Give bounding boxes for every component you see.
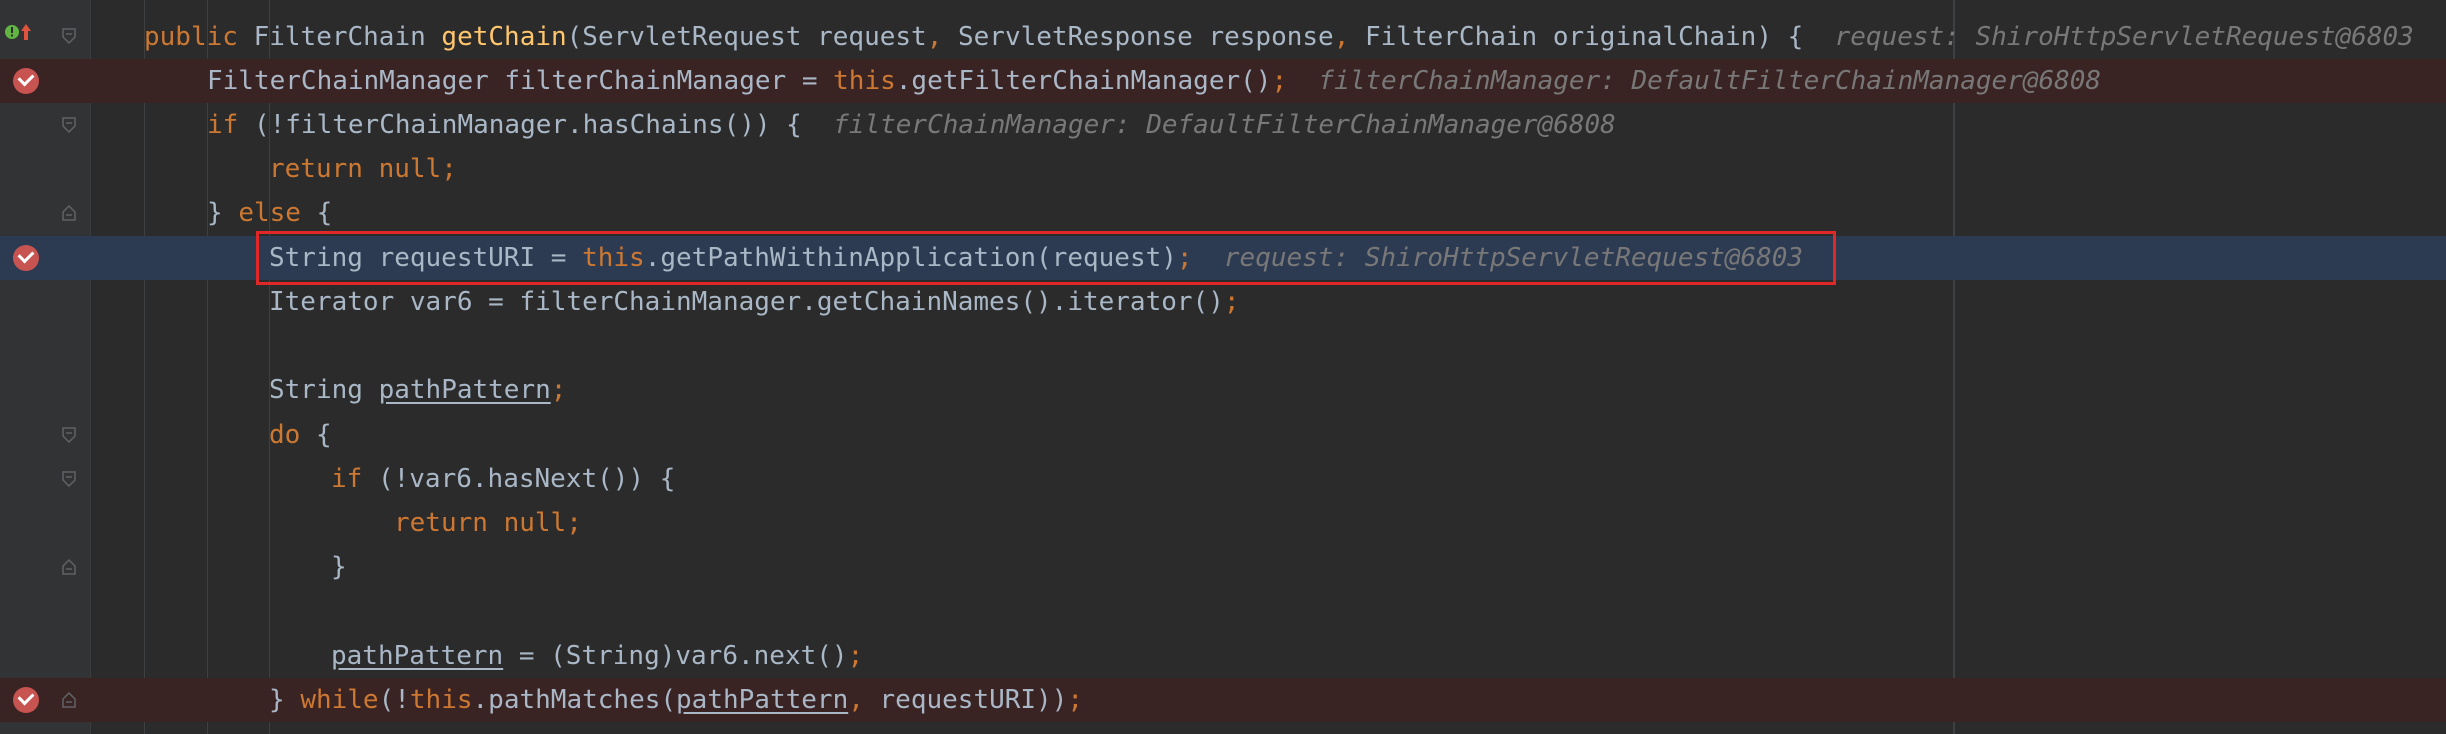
code-line[interactable]: if (!var6.hasNext()) {	[0, 457, 2446, 501]
code-line[interactable]: }	[0, 545, 2446, 589]
breakpoint-icon[interactable]	[13, 687, 39, 713]
code-text: return null;	[394, 505, 582, 541]
code-text: return null;	[269, 151, 457, 187]
comma: ,	[1333, 22, 1350, 52]
semicolon: ;	[441, 154, 457, 184]
method-name: getChain	[441, 22, 567, 52]
breakpoint-icon[interactable]	[13, 245, 39, 271]
keyword: while	[300, 685, 379, 715]
fold-icon[interactable]	[62, 471, 76, 487]
code-segment: .pathMatches(	[472, 685, 677, 715]
code-segment: (!	[378, 685, 410, 715]
code-segment: }	[207, 198, 239, 228]
keyword: this	[833, 66, 896, 96]
fold-end-icon[interactable]	[62, 692, 76, 708]
code-line[interactable]: return null;	[0, 501, 2446, 545]
code-segment: FilterChainManager filterChainManager =	[207, 66, 834, 96]
code-line[interactable]: return null;	[0, 147, 2446, 191]
code-text: FilterChainManager filterChainManager = …	[207, 63, 2101, 99]
semicolon: ;	[550, 375, 567, 405]
param-text: (ServletRequest request	[566, 22, 927, 52]
code-segment: (!var6.hasNext()) {	[362, 464, 676, 494]
semicolon: ;	[1067, 685, 1084, 715]
comma: ,	[848, 685, 864, 715]
semicolon: ;	[847, 641, 864, 671]
code-segment: requestURI))	[863, 685, 1068, 715]
code-line[interactable]: FilterChainManager filterChainManager = …	[0, 59, 2446, 103]
code-text: String pathPattern;	[269, 372, 566, 408]
code-segment: {	[300, 420, 332, 450]
inline-debug-hint: request: ShiroHttpServletRequest@6803	[1834, 22, 2414, 52]
keyword: do	[269, 420, 301, 450]
override-method-icon[interactable]	[4, 20, 34, 44]
semicolon: ;	[1271, 66, 1288, 96]
code-text: public FilterChain getChain(ServletReque…	[144, 19, 2414, 55]
variable-name: pathPattern	[378, 375, 551, 405]
semicolon: ;	[566, 508, 582, 538]
code-segment: .getFilterChainManager()	[895, 66, 1272, 96]
highlight-annotation-box	[256, 231, 1836, 285]
code-line[interactable]: } while(!this.pathMatches(pathPattern, r…	[0, 678, 2446, 722]
code-text: } else {	[207, 195, 332, 231]
code-line[interactable]: pathPattern = (String)var6.next();	[0, 634, 2446, 678]
fold-end-icon[interactable]	[62, 205, 76, 221]
semicolon: ;	[1223, 287, 1240, 317]
code-segment: }	[269, 685, 301, 715]
keyword: else	[238, 198, 301, 228]
keyword: public	[144, 22, 238, 52]
code-segment: String	[269, 375, 379, 405]
inline-debug-hint: filterChainManager: DefaultFilterChainMa…	[833, 110, 1616, 140]
code-segment: = (String)var6.next()	[503, 641, 848, 671]
keyword: if	[207, 110, 239, 140]
code-line[interactable]: public FilterChain getChain(ServletReque…	[0, 15, 2446, 59]
param-text: ServletResponse response	[942, 22, 1334, 52]
keyword: return	[394, 508, 488, 538]
inline-debug-hint: filterChainManager: DefaultFilterChainMa…	[1318, 66, 2102, 96]
keyword: this	[409, 685, 473, 715]
code-text: } while(!this.pathMatches(pathPattern, r…	[269, 682, 1083, 718]
type-name: FilterChain	[253, 22, 426, 52]
breakpoint-icon[interactable]	[13, 68, 39, 94]
fold-icon[interactable]	[62, 427, 76, 443]
code-text: Iterator var6 = filterChainManager.getCh…	[269, 284, 1240, 320]
code-text: if (!filterChainManager.hasChains()) { f…	[207, 107, 1616, 143]
code-text: pathPattern = (String)var6.next();	[331, 638, 863, 674]
code-line[interactable]: if (!filterChainManager.hasChains()) { f…	[0, 103, 2446, 147]
fold-icon[interactable]	[62, 28, 76, 44]
code-text: do {	[269, 417, 332, 453]
keyword: null	[503, 508, 567, 538]
code-text: if (!var6.hasNext()) {	[331, 461, 675, 497]
code-line[interactable]: do {	[0, 413, 2446, 457]
param-text: FilterChain originalChain) {	[1349, 22, 1804, 52]
code-line[interactable]: } else {	[0, 191, 2446, 235]
variable-name: pathPattern	[676, 685, 849, 715]
fold-icon[interactable]	[62, 117, 76, 133]
code-line[interactable]: Iterator var6 = filterChainManager.getCh…	[0, 280, 2446, 324]
variable-name: pathPattern	[331, 641, 504, 671]
code-segment: {	[300, 198, 333, 228]
fold-end-icon[interactable]	[62, 559, 76, 575]
code-segment: Iterator var6 = filterChainManager.getCh…	[269, 287, 1224, 317]
code-text: }	[331, 549, 347, 585]
keyword: return	[269, 154, 363, 184]
code-segment: }	[331, 552, 347, 582]
code-line[interactable]: String pathPattern;	[0, 368, 2446, 412]
code-editor[interactable]: public FilterChain getChain(ServletReque…	[0, 0, 2446, 734]
keyword: null	[378, 154, 442, 184]
keyword: if	[331, 464, 363, 494]
comma: ,	[926, 22, 943, 52]
code-segment: (!filterChainManager.hasChains()) {	[238, 110, 802, 140]
